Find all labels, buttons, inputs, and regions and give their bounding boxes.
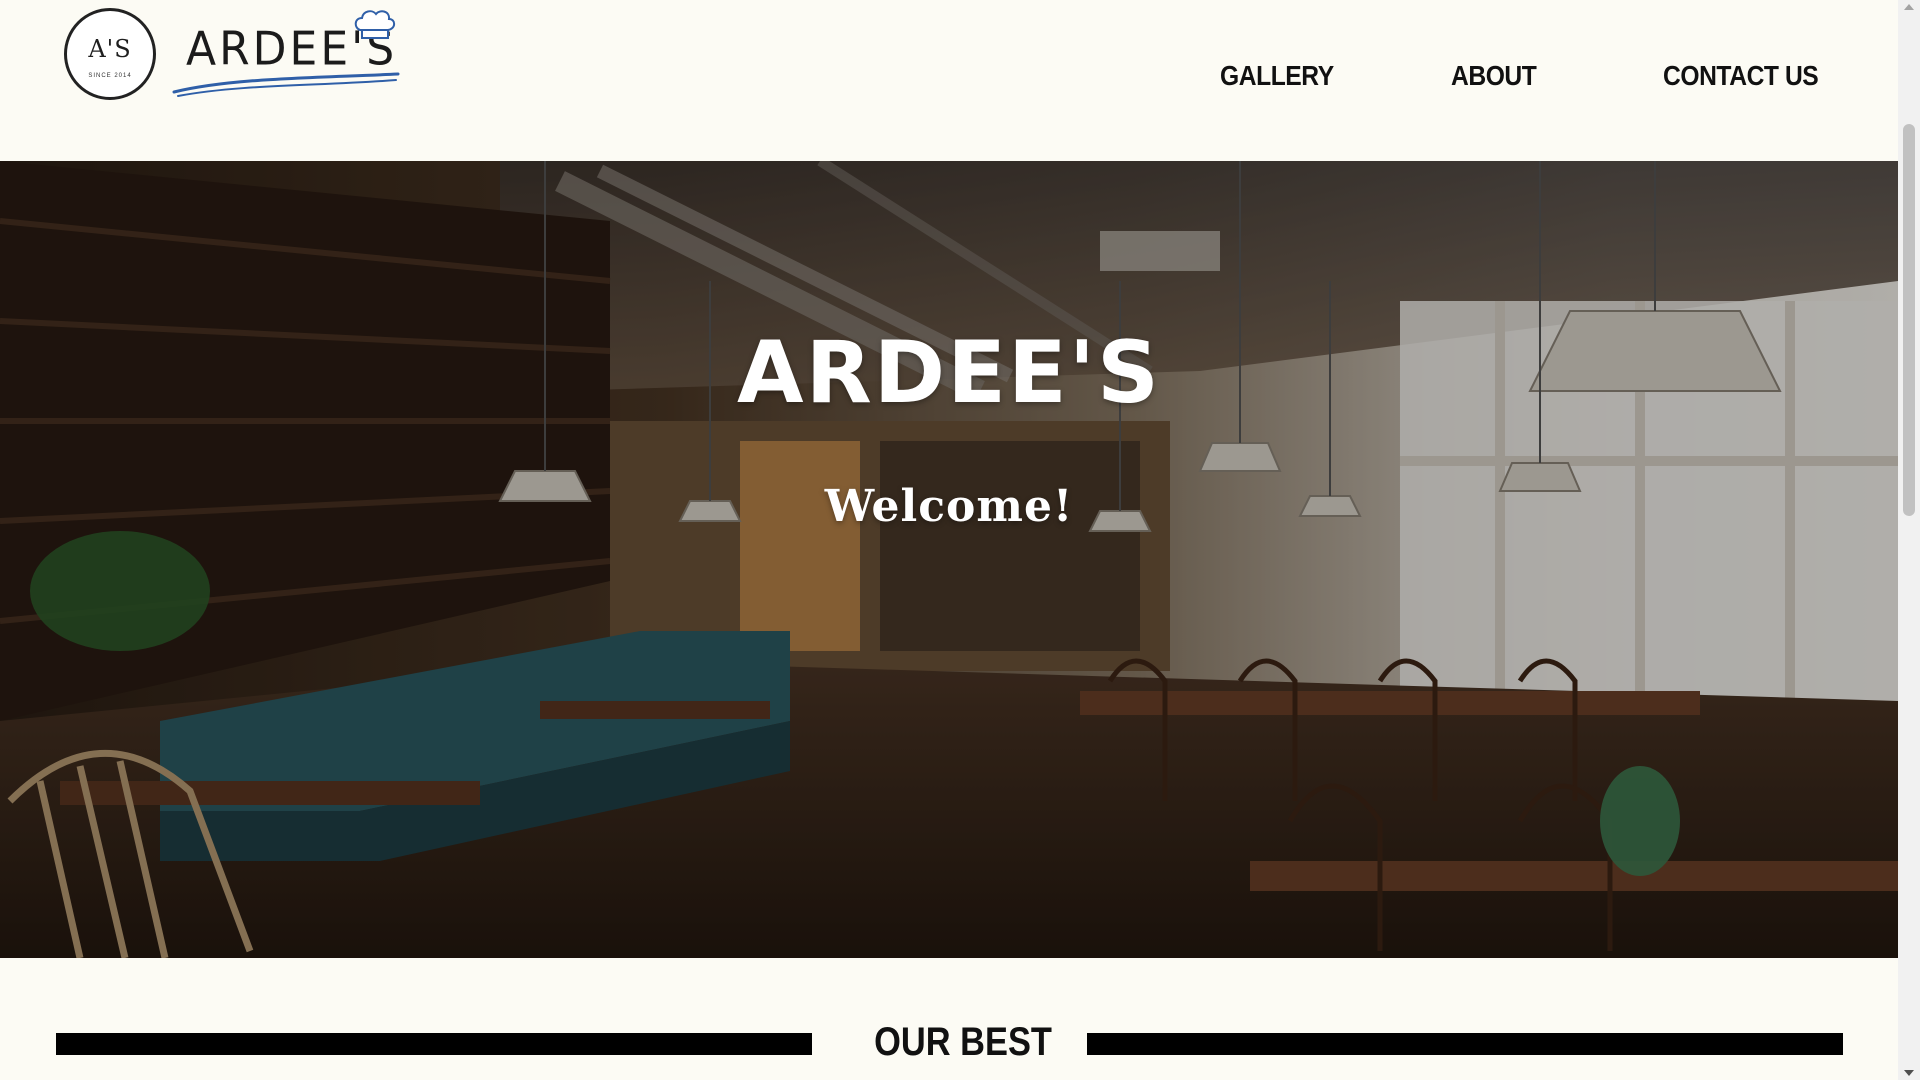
nav-contact-us[interactable]: CONTACT US bbox=[1663, 60, 1819, 92]
hero-subtitle: Welcome! bbox=[824, 481, 1074, 532]
scrollbar-thumb[interactable] bbox=[1903, 124, 1915, 516]
chef-hat-icon bbox=[354, 10, 396, 39]
nav-gallery[interactable]: GALLERY bbox=[1220, 60, 1334, 92]
logo-since: SINCE 2014 bbox=[88, 73, 132, 79]
vertical-scrollbar[interactable] bbox=[1898, 0, 1920, 1080]
scroll-up-arrow-icon[interactable] bbox=[1904, 4, 1914, 10]
logo-monogram: A'S bbox=[88, 35, 132, 63]
hero-title: ARDEE'S bbox=[737, 323, 1161, 423]
logo-swoosh bbox=[172, 72, 400, 97]
nav-about[interactable]: ABOUT bbox=[1451, 60, 1537, 92]
page: A'S SINCE 2014 ARDEE'S GALLERY ABOUT CON… bbox=[0, 0, 1898, 1080]
scroll-down-arrow-icon[interactable] bbox=[1904, 1070, 1914, 1076]
site-header: A'S SINCE 2014 ARDEE'S GALLERY ABOUT CON… bbox=[0, 0, 1898, 161]
hero-background-image bbox=[0, 161, 1898, 958]
heading-rule-left bbox=[56, 1033, 812, 1055]
section-heading: OUR BEST bbox=[0, 1010, 1898, 1080]
logo-badge[interactable]: A'S SINCE 2014 bbox=[64, 8, 156, 100]
section-title: OUR BEST bbox=[874, 1020, 1052, 1064]
hero-banner: ARDEE'S Welcome! bbox=[0, 161, 1898, 958]
heading-rule-right bbox=[1087, 1033, 1843, 1055]
